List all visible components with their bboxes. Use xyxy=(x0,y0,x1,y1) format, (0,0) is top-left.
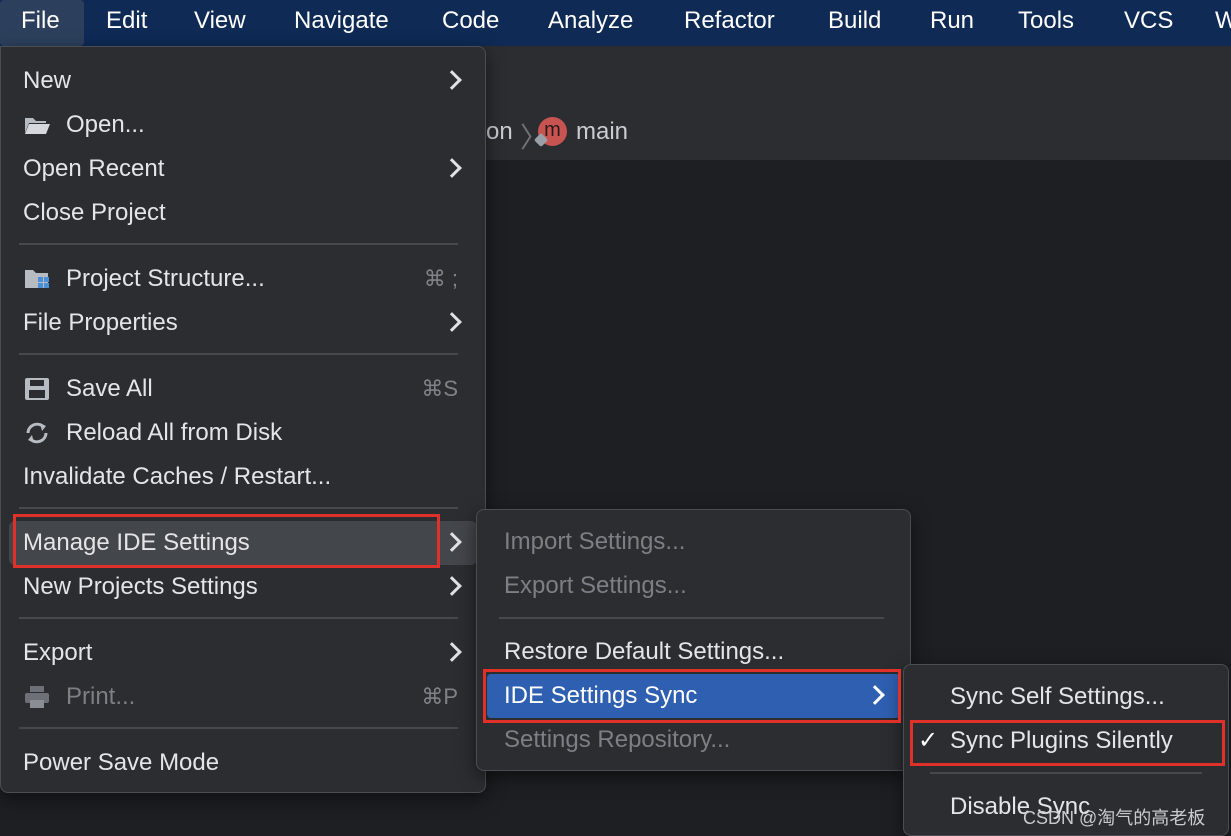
menu-item-label: Power Save Mode xyxy=(23,749,220,776)
menu-item-open[interactable]: Open... xyxy=(1,103,485,147)
breadcrumb-method[interactable]: main xyxy=(576,118,628,146)
reload-icon xyxy=(26,422,48,444)
shortcut-label: ⌘ ; xyxy=(423,266,458,291)
chevron-right-icon xyxy=(442,576,462,596)
menu-file[interactable]: File xyxy=(0,0,84,46)
checkmark-icon: ✓ xyxy=(918,727,939,754)
menu-refactor[interactable]: Refactor xyxy=(684,0,775,46)
folder-icon xyxy=(25,118,50,134)
menu-item-label: Manage IDE Settings xyxy=(23,529,250,556)
menu-item-project-structure[interactable]: Project Structure... ⌘ ; xyxy=(1,257,485,301)
menu-navigate[interactable]: Navigate xyxy=(294,0,389,46)
menu-item-export[interactable]: Export xyxy=(1,631,485,675)
menu-edit[interactable]: Edit xyxy=(106,0,147,46)
menu-item-open-recent[interactable]: Open Recent xyxy=(1,147,485,191)
menu-item-label: Sync Plugins Silently xyxy=(950,727,1173,754)
menu-code[interactable]: Code xyxy=(442,0,499,46)
menu-separator xyxy=(930,772,1202,774)
menu-item-label: Close Project xyxy=(23,199,166,226)
menu-item-label: Sync Self Settings... xyxy=(950,683,1165,710)
menu-window[interactable]: W xyxy=(1215,0,1231,46)
menu-item-power-save-mode[interactable]: Power Save Mode xyxy=(1,741,485,785)
menu-item-label: Project Structure... xyxy=(66,265,265,292)
menu-item-label: Print... xyxy=(66,683,136,710)
menu-item-file-properties[interactable]: File Properties xyxy=(1,301,485,345)
menu-item-save-all[interactable]: Save All ⌘S xyxy=(1,367,485,411)
menu-separator xyxy=(19,507,458,509)
shortcut-label: ⌘P xyxy=(421,684,458,709)
menu-item-invalidate-caches[interactable]: Invalidate Caches / Restart... xyxy=(1,455,485,499)
menu-item-ide-settings-sync[interactable]: IDE Settings Sync xyxy=(487,674,900,718)
menu-item-manage-ide-settings[interactable]: Manage IDE Settings xyxy=(9,521,477,565)
menu-tools[interactable]: Tools xyxy=(1018,0,1074,46)
menu-view[interactable]: View xyxy=(194,0,246,46)
menu-item-new[interactable]: New xyxy=(1,59,485,103)
menu-item-sync-plugins-silently[interactable]: ✓ Sync Plugins Silently xyxy=(904,719,1228,763)
manage-ide-settings-submenu: Import Settings... Export Settings... Re… xyxy=(476,509,911,771)
menu-separator xyxy=(499,617,884,619)
menu-bar: File Edit View Navigate Code Analyze Ref… xyxy=(0,0,1231,46)
printer-icon xyxy=(25,686,49,708)
menu-item-label: New Projects Settings xyxy=(23,573,258,600)
menu-item-label: Import Settings... xyxy=(504,528,686,555)
menu-separator xyxy=(19,353,458,355)
menu-vcs[interactable]: VCS xyxy=(1124,0,1173,46)
breadcrumb-partial[interactable]: on xyxy=(486,118,513,146)
menu-item-restore-default[interactable]: Restore Default Settings... xyxy=(477,630,910,674)
watermark: CSDN @淘气的高老板 xyxy=(1023,808,1206,828)
chevron-right-icon xyxy=(442,642,462,662)
chevron-right-icon xyxy=(442,70,462,90)
menu-analyze[interactable]: Analyze xyxy=(548,0,633,46)
file-menu: New Open... Open Recent Close Project Pr… xyxy=(0,46,486,793)
menu-build[interactable]: Build xyxy=(828,0,881,46)
menu-item-label: Export xyxy=(23,639,93,666)
menu-item-import-settings: Import Settings... xyxy=(477,520,910,564)
menu-item-label: Export Settings... xyxy=(504,572,687,599)
menu-item-reload-all[interactable]: Reload All from Disk xyxy=(1,411,485,455)
menu-item-label: Open Recent xyxy=(23,155,165,182)
menu-item-label: New xyxy=(23,67,72,94)
menu-item-label: File Properties xyxy=(23,309,178,336)
menu-item-label: Settings Repository... xyxy=(504,726,731,753)
menu-item-label: Open... xyxy=(66,111,145,138)
chevron-right-icon xyxy=(442,312,462,332)
menu-item-label: IDE Settings Sync xyxy=(504,682,698,709)
menu-item-new-projects-settings[interactable]: New Projects Settings xyxy=(1,565,485,609)
menu-item-print: Print... ⌘P xyxy=(1,675,485,719)
menu-separator xyxy=(19,727,458,729)
shortcut-label: ⌘S xyxy=(421,376,458,401)
menu-run[interactable]: Run xyxy=(930,0,974,46)
chevron-right-icon xyxy=(442,532,462,552)
project-structure-icon xyxy=(25,270,49,288)
menu-item-sync-self-settings[interactable]: Sync Self Settings... xyxy=(904,675,1228,719)
menu-item-label: Save All xyxy=(66,375,153,402)
menu-item-settings-repository: Settings Repository... xyxy=(477,718,910,762)
chevron-right-icon xyxy=(865,685,885,705)
save-icon xyxy=(25,378,49,400)
method-icon: m xyxy=(533,117,567,148)
menu-item-label: Restore Default Settings... xyxy=(504,638,785,665)
menu-separator xyxy=(19,617,458,619)
menu-item-export-settings: Export Settings... xyxy=(477,564,910,608)
menu-item-label: Invalidate Caches / Restart... xyxy=(23,463,332,490)
menu-item-close-project[interactable]: Close Project xyxy=(1,191,485,235)
chevron-right-icon xyxy=(442,158,462,178)
menu-item-label: Reload All from Disk xyxy=(66,419,283,446)
menu-separator xyxy=(19,243,458,245)
